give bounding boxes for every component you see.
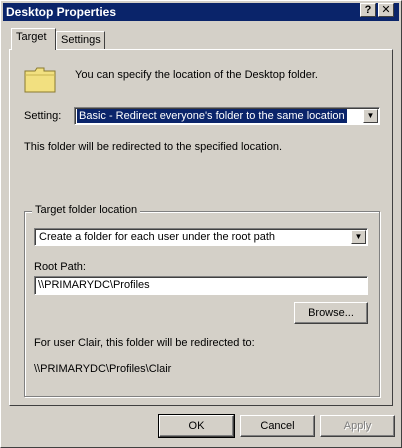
cancel-button[interactable]: Cancel — [240, 415, 315, 437]
group-title: Target folder location — [32, 204, 141, 216]
chevron-down-icon[interactable]: ▼ — [351, 230, 366, 244]
tab-target[interactable]: Target — [11, 28, 56, 50]
tab-settings[interactable]: Settings — [56, 31, 105, 50]
root-path-label: Root Path: — [34, 261, 86, 273]
tab-settings-label: Settings — [61, 34, 101, 46]
location-option-value: Create a folder for each user under the … — [39, 231, 276, 243]
folder-icon — [24, 67, 56, 93]
preview-path: \\PRIMARYDC\Profiles\Clair — [34, 363, 172, 375]
tab-target-label: Target — [16, 31, 47, 43]
apply-button[interactable]: Apply — [320, 415, 395, 437]
cancel-label: Cancel — [260, 420, 295, 432]
location-option-select[interactable]: Create a folder for each user under the … — [34, 228, 368, 246]
browse-label: Browse... — [308, 307, 354, 319]
ok-label: OK — [188, 420, 205, 432]
close-button[interactable]: ✕ — [378, 3, 394, 17]
setting-select[interactable]: Basic - Redirect everyone's folder to th… — [74, 107, 380, 125]
chevron-down-icon[interactable]: ▼ — [363, 109, 378, 123]
description-text: You can specify the location of the Desk… — [75, 69, 318, 81]
setting-label: Setting: — [24, 110, 62, 122]
help-button[interactable]: ? — [360, 3, 376, 17]
root-path-input[interactable]: \\PRIMARYDC\Profiles — [34, 276, 368, 295]
title-bar[interactable]: Desktop Properties — [3, 3, 399, 21]
redirect-info-text: This folder will be redirected to the sp… — [24, 141, 283, 153]
browse-button[interactable]: Browse... — [294, 302, 368, 324]
setting-value: Basic - Redirect everyone's folder to th… — [77, 109, 347, 123]
preview-caption: For user Clair, this folder will be redi… — [34, 337, 255, 349]
ok-button[interactable]: OK — [158, 414, 235, 438]
desktop-properties-dialog: Desktop Properties ? ✕ Target Settings Y… — [0, 0, 402, 448]
apply-label: Apply — [343, 420, 372, 432]
window-title: Desktop Properties — [6, 5, 117, 19]
